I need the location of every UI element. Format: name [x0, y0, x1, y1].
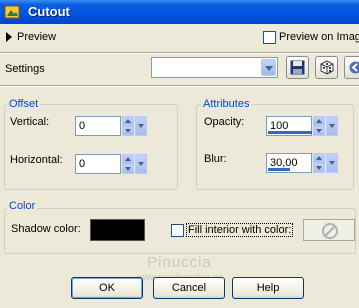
preview-on-image-label[interactable]: Preview on Imag — [279, 31, 359, 43]
shadow-color-swatch[interactable] — [90, 219, 145, 241]
blur-updown[interactable] — [313, 153, 325, 173]
chevron-down-icon[interactable] — [326, 116, 338, 136]
blur-spinner[interactable]: 30,00 — [266, 153, 338, 173]
chevron-down-icon[interactable] — [135, 154, 147, 174]
expand-arrow-icon[interactable] — [6, 32, 12, 42]
offset-group-title: Offset — [7, 98, 41, 110]
opacity-spinner[interactable]: 100 — [266, 116, 338, 136]
window-title: Cutout — [28, 4, 70, 19]
blur-label: Blur: — [204, 153, 227, 165]
divider — [0, 52, 359, 54]
reset-button[interactable] — [344, 56, 359, 79]
chevron-down-icon[interactable] — [135, 116, 147, 136]
vertical-label: Vertical: — [10, 116, 50, 128]
opacity-label: Opacity: — [204, 116, 245, 128]
settings-preset-dropdown[interactable] — [151, 57, 278, 78]
spin-down-icon[interactable] — [122, 126, 134, 136]
preview-toggle-label[interactable]: Preview — [17, 31, 56, 43]
spin-up-icon[interactable] — [122, 154, 134, 164]
chevron-down-icon[interactable] — [261, 59, 276, 76]
spin-down-icon[interactable] — [313, 126, 325, 136]
preview-on-image-checkbox[interactable] — [263, 31, 276, 44]
floppy-disk-icon — [290, 60, 305, 75]
dice-icon — [320, 60, 334, 75]
blur-slider-bar[interactable] — [268, 168, 290, 171]
vertical-spinner[interactable]: 0 — [75, 116, 147, 136]
vertical-input[interactable]: 0 — [75, 116, 121, 136]
chevron-down-icon[interactable] — [326, 153, 338, 173]
vertical-updown[interactable] — [122, 116, 134, 136]
help-button[interactable]: Help — [232, 277, 304, 299]
watermark-name: Pinuccia — [147, 254, 212, 271]
blur-input[interactable]: 30,00 — [266, 153, 312, 173]
randomize-button[interactable] — [315, 56, 338, 79]
fill-interior-checkbox[interactable] — [171, 224, 184, 237]
attributes-group-title: Attributes — [201, 98, 252, 110]
horizontal-spinner[interactable]: 0 — [75, 154, 147, 174]
vertical-value: 0 — [79, 120, 86, 132]
spin-down-icon[interactable] — [122, 164, 134, 174]
spin-down-icon[interactable] — [313, 163, 325, 173]
ok-button[interactable]: OK — [71, 277, 143, 299]
horizontal-updown[interactable] — [122, 154, 134, 174]
shadow-color-label: Shadow color: — [11, 223, 81, 235]
horizontal-label: Horizontal: — [10, 154, 63, 166]
horizontal-input[interactable]: 0 — [75, 154, 121, 174]
opacity-input[interactable]: 100 — [266, 116, 312, 136]
reset-icon — [349, 61, 359, 74]
horizontal-value: 0 — [79, 158, 86, 170]
opacity-updown[interactable] — [313, 116, 325, 136]
no-color-icon — [322, 223, 338, 239]
spin-up-icon[interactable] — [313, 153, 325, 163]
divider — [0, 85, 359, 87]
preview-row: Preview Preview on Imag — [0, 28, 359, 48]
spin-up-icon[interactable] — [313, 116, 325, 126]
fill-color-swatch[interactable] — [303, 219, 355, 241]
app-icon — [4, 5, 20, 19]
cancel-button[interactable]: Cancel — [153, 277, 225, 299]
save-preset-button[interactable] — [286, 56, 309, 79]
settings-label: Settings — [5, 63, 45, 75]
opacity-slider-bar[interactable] — [268, 131, 312, 134]
title-bar: Cutout — [0, 0, 359, 24]
color-group-title: Color — [7, 200, 38, 212]
spin-up-icon[interactable] — [122, 116, 134, 126]
fill-interior-label[interactable]: Fill interior with color: — [186, 223, 294, 237]
